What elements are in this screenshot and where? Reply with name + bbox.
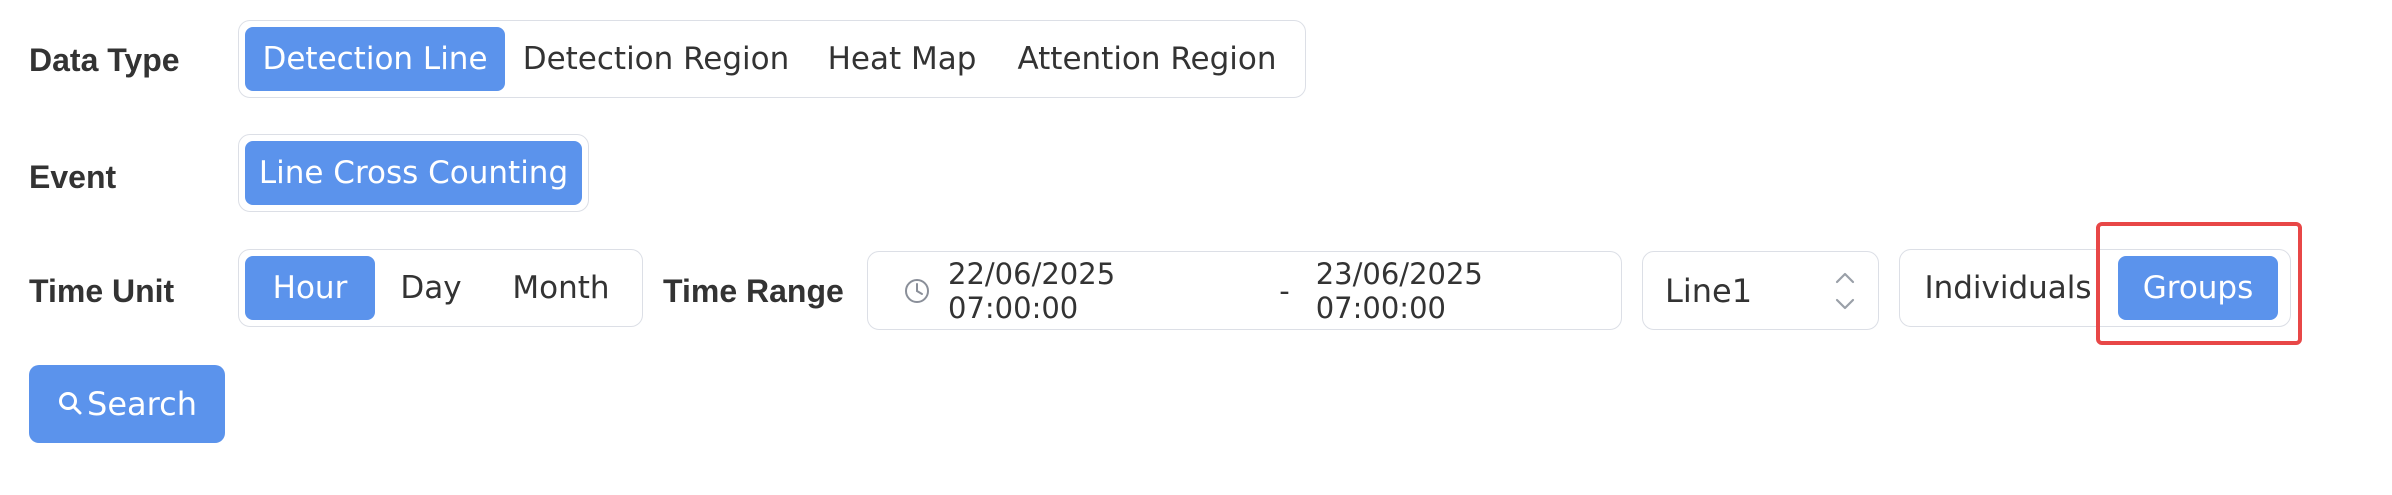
time-unit-option-day[interactable]: Day [375, 256, 487, 320]
search-button[interactable]: Search [29, 365, 225, 443]
time-unit-option-hour[interactable]: Hour [245, 256, 375, 320]
data-type-option-detection-line[interactable]: Detection Line [245, 27, 505, 91]
time-range-end[interactable]: 23/06/2025 07:00:00 [1316, 257, 1621, 325]
line-select-value: Line1 [1665, 271, 1753, 310]
chevron-up-down-icon [1834, 268, 1856, 314]
data-type-option-attention-region[interactable]: Attention Region [997, 27, 1297, 91]
time-unit-option-month[interactable]: Month [487, 256, 635, 320]
time-range-start[interactable]: 22/06/2025 07:00:00 [948, 257, 1253, 325]
event-segmented: Line Cross Counting [238, 134, 589, 212]
time-range-label: Time Range [663, 273, 844, 309]
search-icon [57, 390, 85, 418]
event-label: Event [29, 159, 117, 195]
time-unit-segmented: Hour Day Month [238, 249, 643, 327]
time-unit-label: Time Unit [29, 273, 175, 309]
data-type-option-detection-region[interactable]: Detection Region [505, 27, 807, 91]
time-range-picker[interactable]: 22/06/2025 07:00:00 - 23/06/2025 07:00:0… [867, 251, 1622, 330]
line-select[interactable]: Line1 [1642, 251, 1879, 330]
highlight-box [2096, 222, 2302, 345]
event-option-line-cross-counting[interactable]: Line Cross Counting [245, 141, 582, 205]
search-button-label: Search [87, 385, 197, 423]
data-type-option-heat-map[interactable]: Heat Map [807, 27, 997, 91]
data-type-label: Data Type [29, 42, 180, 78]
time-range-separator: - [1279, 273, 1290, 308]
view-mode-option-individuals[interactable]: Individuals [1908, 256, 2108, 320]
data-type-segmented: Detection Line Detection Region Heat Map… [238, 20, 1306, 98]
clock-icon [904, 278, 930, 304]
